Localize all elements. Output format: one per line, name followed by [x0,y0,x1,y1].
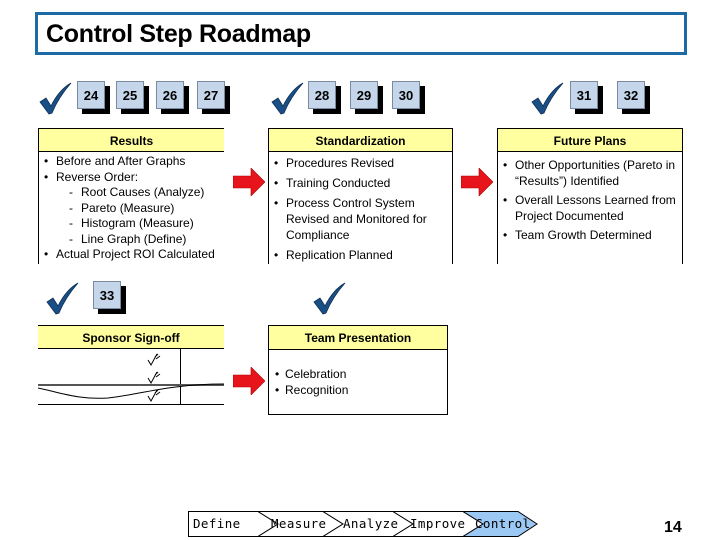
list-item: Process Control System Revised and Monit… [273,195,452,243]
list-item: Procedures Revised [273,155,452,171]
future-plans-header: Future Plans [498,128,682,152]
step-badge-30: 30 [392,81,420,109]
page-number: 14 [664,519,682,536]
checkmark-icon [270,82,304,116]
sponsor-signoff-header: Sponsor Sign-off [38,325,224,349]
team-presentation-header: Team Presentation [269,326,447,350]
list-subitem: Histogram (Measure) [43,216,224,232]
results-list: Before and After Graphs Reverse Order: R… [39,152,224,263]
standardization-list: Procedures Revised Training Conducted Pr… [269,152,452,263]
torn-edge [37,378,225,408]
list-item: Celebration [275,367,447,383]
list-item: Other Opportunities (Pareto in “Results”… [502,158,682,189]
checkmark-icon [312,282,346,316]
checkmark-icon [45,282,79,316]
list-subitem-text: Histogram (Measure) [81,216,194,230]
title-box: Control Step Roadmap [35,12,687,55]
results-header: Results [39,128,224,152]
phase-define: Define [193,516,241,531]
list-item: Recognition [275,383,447,399]
list-subitem: Pareto (Measure) [43,201,224,217]
phase-analyze: Analyze [343,516,399,531]
team-presentation-panel: Team Presentation Celebration Recognitio… [268,325,448,415]
step-badge-26: 26 [156,81,184,109]
list-subitem: Root Causes (Analyze) [43,185,224,201]
list-subitem-text: Pareto (Measure) [81,200,175,215]
step-badge-27: 27 [197,81,225,109]
future-plans-panel: Future Plans Other Opportunities (Pareto… [497,128,683,264]
right-arrow-icon [233,367,265,395]
right-arrow-icon [233,168,265,196]
step-badge-32: 32 [617,81,645,109]
future-plans-list: Other Opportunities (Pareto in “Results”… [498,152,682,244]
list-item: Overall Lessons Learned from Project Doc… [502,193,682,224]
list-item: Actual Project ROI Calculated [43,247,224,263]
list-item: Replication Planned [273,247,452,263]
step-badge-33: 33 [93,281,121,309]
step-badge-24: 24 [77,81,105,109]
page-title: Control Step Roadmap [46,20,311,48]
step-badge-28: 28 [308,81,336,109]
right-arrow-icon [461,168,493,196]
signature-check-icon [146,351,164,367]
dmaic-phase-bar: Define Measure Analyze Improve Control [188,511,538,537]
phase-control-active: Control [475,516,531,531]
list-subitem: Line Graph (Define) [43,232,224,248]
list-item: Team Growth Determined [502,228,682,244]
list-item: Before and After Graphs [43,154,224,170]
step-badge-25: 25 [116,81,144,109]
checkmark-icon [530,82,564,116]
list-subitem-text: Root Causes (Analyze) [81,185,205,199]
list-item: Training Conducted [273,175,452,191]
checkmark-icon [38,82,72,116]
standardization-panel: Standardization Procedures Revised Train… [268,128,453,264]
standardization-header: Standardization [269,128,452,152]
list-subitem-text: Line Graph (Define) [81,231,187,246]
list-item: Reverse Order: [43,170,224,186]
results-panel: Results Before and After Graphs Reverse … [38,128,224,264]
phase-improve: Improve [410,516,466,531]
step-badge-29: 29 [350,81,378,109]
phase-measure: Measure [271,516,327,531]
step-badge-31: 31 [570,81,598,109]
team-presentation-list: Celebration Recognition [269,350,447,398]
